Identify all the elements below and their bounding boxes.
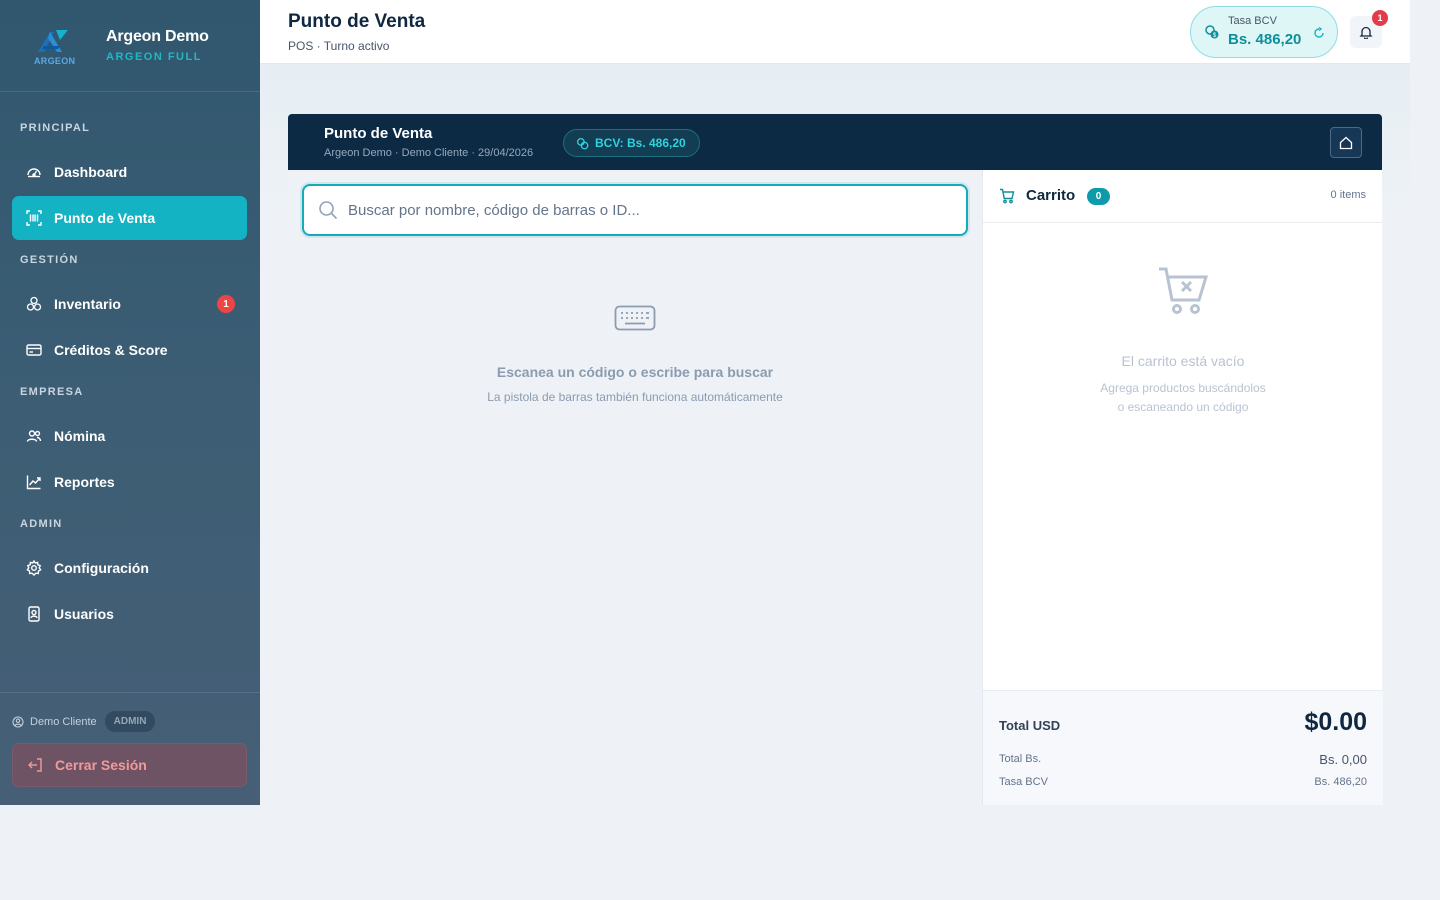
sidebar-item-pos[interactable]: Punto de Venta (12, 196, 247, 240)
sidebar-item-label: Dashboard (54, 164, 128, 180)
cart-title: Carrito (1026, 187, 1076, 204)
cart-empty-state: El carrito está vacío Agrega productos b… (983, 266, 1383, 417)
pos-subtitle: Argeon Demo · Demo Cliente · 29/04/2026 (324, 147, 534, 159)
current-user: Demo Cliente ADMIN (12, 711, 156, 732)
logo-text: ARGEON (34, 55, 76, 66)
logout-button[interactable]: Cerrar Sesión (12, 743, 247, 787)
keyboard-icon (614, 305, 656, 331)
rate-bcv-label: Tasa BCV (999, 776, 1048, 788)
page-subtitle: POS · Turno activo (288, 39, 390, 53)
empty-cart-icon (1159, 267, 1209, 314)
gear-icon (26, 560, 42, 576)
cart-icon (999, 188, 1015, 209)
brand-name: Argeon Demo (106, 28, 209, 45)
rate-bcv-value: Bs. 486,20 (1314, 776, 1367, 788)
total-usd-value: $0.00 (1304, 708, 1367, 736)
coins-icon: $ (1204, 24, 1220, 45)
user-circle-icon (12, 715, 24, 728)
coins-icon (576, 137, 589, 149)
user-name: Demo Cliente (30, 715, 97, 728)
empty-subtitle: La pistola de barras también funciona au… (487, 390, 783, 404)
cart-header: Carrito 0 0 items (983, 170, 1382, 223)
cart-empty-line-1: Agrega productos buscándolos (1100, 381, 1266, 395)
sidebar-item-configuracion[interactable]: Configuración (12, 546, 247, 590)
barcode-scan-icon (26, 210, 42, 226)
bcv-chip-label: BCV: Bs. 486,20 (595, 136, 686, 150)
logout-icon (28, 758, 42, 772)
sidebar-item-label: Usuarios (54, 606, 114, 622)
users-icon (26, 428, 42, 444)
bcv-rate-widget[interactable]: $ Tasa BCV Bs. 486,20 (1190, 6, 1338, 58)
search-input[interactable] (348, 201, 928, 219)
search-icon (319, 201, 338, 220)
sidebar-item-label: Inventario (54, 296, 121, 312)
gauge-icon (26, 164, 42, 180)
sidebar-item-label: Configuración (54, 560, 149, 576)
nav-section-principal: PRINCIPAL (20, 122, 91, 134)
total-bs-label: Total Bs. (999, 753, 1042, 765)
brand: ARGEON Argeon Demo ARGEON FULL (0, 0, 260, 92)
rate-label: Tasa BCV (1228, 15, 1277, 27)
topbar: Punto de Venta POS · Turno activo $ Tasa… (260, 0, 1410, 64)
rate-value: Bs. 486,20 (1228, 31, 1302, 48)
notification-badge: 1 (1372, 10, 1388, 26)
nav-section-admin: ADMIN (20, 518, 63, 530)
cart-count-badge: 0 (1087, 188, 1110, 205)
sidebar-item-usuarios[interactable]: Usuarios (12, 592, 247, 636)
role-badge: ADMIN (104, 711, 156, 732)
sidebar-item-nomina[interactable]: Nómina (12, 414, 247, 458)
bell-icon (1359, 26, 1373, 39)
logout-label: Cerrar Sesión (55, 757, 147, 773)
sidebar-item-inventario[interactable]: Inventario 1 (12, 282, 247, 326)
total-usd-label: Total USD (999, 718, 1061, 733)
page-title: Punto de Venta (288, 11, 426, 32)
sidebar: ARGEON Argeon Demo ARGEON FULL PRINCIPAL… (0, 0, 260, 805)
sidebar-nav: PRINCIPAL Dashboard Punto de Venta GESTI… (0, 92, 260, 636)
sidebar-item-dashboard[interactable]: Dashboard (12, 150, 247, 194)
cart-items-count: 0 items (1330, 189, 1366, 201)
refresh-icon[interactable] (1313, 26, 1325, 44)
chart-line-icon (26, 474, 42, 490)
brand-plan: ARGEON FULL (106, 51, 202, 63)
sidebar-item-label: Punto de Venta (54, 210, 156, 226)
product-search-panel: Escanea un código o escribe para buscar … (288, 170, 982, 805)
nav-section-empresa: EMPRESA (20, 386, 84, 398)
argeon-logo: ARGEON (30, 26, 86, 66)
bcv-chip: BCV: Bs. 486,20 (563, 129, 700, 157)
search-empty-state: Escanea un código o escribe para buscar … (288, 305, 982, 404)
cart-panel: Carrito 0 0 items El carrito está vacío … (982, 170, 1383, 805)
cart-empty-line-2: o escaneando un código (1117, 400, 1249, 414)
credit-card-icon (26, 342, 42, 358)
home-button[interactable] (1330, 127, 1362, 158)
sidebar-item-label: Nómina (54, 428, 106, 444)
home-icon (1339, 136, 1353, 149)
inventory-badge: 1 (217, 295, 235, 313)
pos-header: Punto de Venta Argeon Demo · Demo Client… (288, 114, 1382, 170)
sidebar-item-creditos[interactable]: Créditos & Score (12, 328, 247, 372)
sidebar-item-label: Créditos & Score (54, 342, 168, 358)
id-badge-icon (26, 606, 42, 622)
pos-title: Punto de Venta (324, 125, 433, 142)
cart-empty-subtitle: Agrega productos buscándolos o escaneand… (983, 379, 1383, 417)
sidebar-item-reportes[interactable]: Reportes (12, 460, 247, 504)
boxes-icon (26, 296, 42, 312)
empty-title: Escanea un código o escribe para buscar (496, 364, 774, 380)
sidebar-item-label: Reportes (54, 474, 115, 490)
total-bs-value: Bs. 0,00 (1319, 752, 1367, 767)
search-box[interactable] (302, 184, 968, 236)
notifications-button[interactable]: 1 (1350, 10, 1388, 48)
nav-section-gestion: GESTIÓN (20, 254, 79, 266)
cart-empty-title: El carrito está vacío (1121, 353, 1245, 369)
sidebar-footer: Demo Cliente ADMIN Cerrar Sesión (0, 692, 260, 805)
cart-totals: Total USD $0.00 Total Bs. Bs. 0,00 Tasa … (983, 690, 1383, 805)
